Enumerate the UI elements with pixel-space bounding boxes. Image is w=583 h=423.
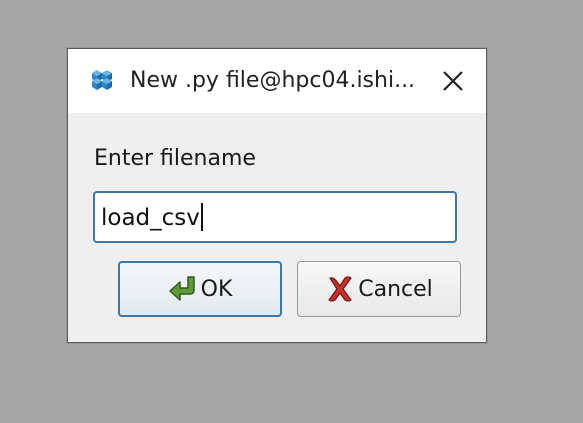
ok-button-label: OK [200,276,233,302]
cancel-button-label: Cancel [358,276,433,302]
return-arrow-icon [168,276,195,301]
cube-cluster-icon [92,70,112,90]
filename-prompt-label: Enter filename [94,146,256,171]
desktop-background: New .py file@hpc04.ishi... Enter filenam… [0,0,583,423]
ok-button[interactable]: OK [118,261,282,317]
filename-input-text: load_csv [101,203,203,233]
new-file-dialog: New .py file@hpc04.ishi... Enter filenam… [67,48,487,343]
title-bar[interactable]: New .py file@hpc04.ishi... [68,49,486,113]
cancel-button[interactable]: Cancel [297,261,461,317]
close-icon[interactable] [438,66,468,96]
text-caret [200,203,203,231]
dialog-title: New .py file@hpc04.ishi... [130,68,416,93]
red-x-icon [328,276,352,302]
filename-input[interactable]: load_csv [93,191,457,243]
filename-value: load_csv [101,205,200,231]
